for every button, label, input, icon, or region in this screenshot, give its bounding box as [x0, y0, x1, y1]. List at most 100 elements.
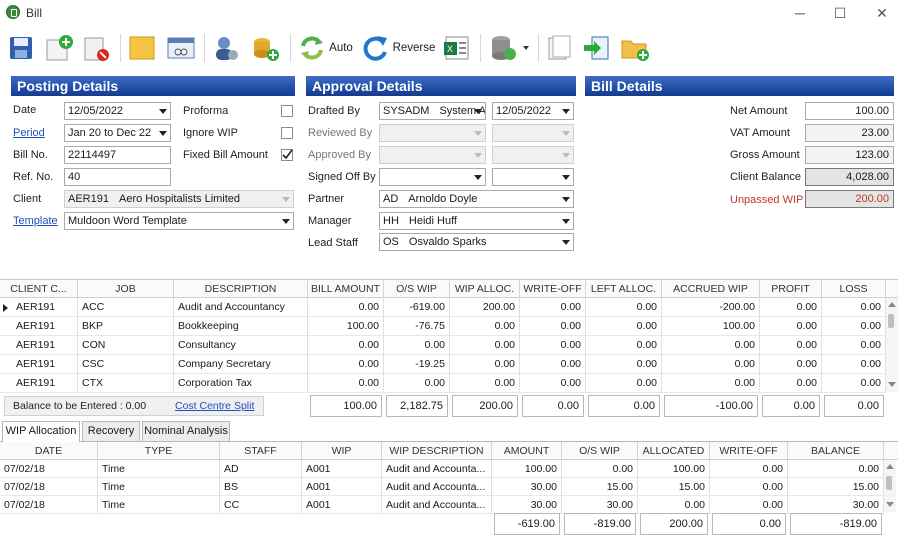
copy-button[interactable]	[544, 30, 574, 66]
date-field[interactable]: 12/05/2022	[64, 102, 171, 120]
reviewed-by-field[interactable]	[379, 124, 486, 142]
column-header-description[interactable]: DESCRIPTION	[174, 280, 308, 298]
column-header-wip-alloc[interactable]: WIP ALLOC.	[450, 280, 520, 298]
column-header-left-alloc[interactable]: LEFT ALLOC.	[586, 280, 662, 298]
import-button[interactable]	[580, 30, 612, 66]
minimize-button[interactable]: ─	[790, 4, 810, 22]
chevron-down-icon[interactable]	[523, 46, 529, 50]
period-link[interactable]: Period	[13, 127, 45, 139]
approved-date-field[interactable]	[492, 146, 574, 164]
table-row[interactable]: AER191 CON Consultancy 0.00 0.00 0.00 0.00 0.00…	[0, 336, 886, 355]
chevron-down-icon[interactable]	[562, 219, 570, 224]
jobs-scrollbar[interactable]	[886, 298, 898, 392]
save-button[interactable]	[6, 30, 36, 66]
scroll-down-icon[interactable]	[888, 382, 896, 387]
close-button[interactable]: ✕	[872, 4, 892, 22]
delete-button[interactable]	[80, 30, 114, 66]
reviewed-date-field[interactable]	[492, 124, 574, 142]
column-header-os-wip[interactable]: O/S WIP	[562, 442, 638, 460]
signed-off-by-field[interactable]	[379, 168, 486, 186]
tab-recovery[interactable]: Recovery	[82, 421, 140, 441]
table-row[interactable]: AER191 CSC Company Secretary 0.00 -19.25 0.00…	[0, 355, 886, 374]
table-row[interactable]: AER191 ACC Audit and Accountancy 0.00 -619.0…	[0, 298, 886, 317]
scroll-up-icon[interactable]	[888, 302, 896, 307]
vat-amount-field[interactable]: 23.00	[805, 124, 894, 142]
chevron-down-icon[interactable]	[562, 153, 570, 158]
column-header-wip-description[interactable]: WIP DESCRIPTION	[382, 442, 492, 460]
period-field[interactable]: Jan 20 to Dec 22	[64, 124, 171, 142]
cost-centre-split-link[interactable]: Cost Centre Split	[175, 400, 254, 412]
column-header-balance[interactable]: BALANCE	[788, 442, 884, 460]
column-header-date[interactable]: DATE	[0, 442, 98, 460]
table-row[interactable]: AER191 BKP Bookkeeping 100.00 -76.75 0.00 0.00…	[0, 317, 886, 336]
ignore-wip-checkbox[interactable]	[281, 127, 293, 139]
lead-staff-field[interactable]: OS Osvaldo Sparks	[379, 233, 574, 251]
link-button[interactable]	[164, 30, 198, 66]
add-folder-button[interactable]	[618, 30, 652, 66]
column-header-type[interactable]: TYPE	[98, 442, 220, 460]
notes-button[interactable]	[126, 30, 158, 66]
proforma-checkbox[interactable]	[281, 105, 293, 117]
gross-amount-field[interactable]: 123.00	[805, 146, 894, 164]
ref-no-field[interactable]: 40	[64, 168, 171, 186]
column-header-profit[interactable]: PROFIT	[760, 280, 822, 298]
scroll-down-icon[interactable]	[886, 502, 894, 507]
chevron-down-icon[interactable]	[562, 175, 570, 180]
column-header-bill-amount[interactable]: BILL AMOUNT	[308, 280, 384, 298]
chevron-down-icon[interactable]	[562, 131, 570, 136]
scroll-thumb[interactable]	[886, 476, 892, 490]
client-field[interactable]: AER191 Aero Hospitalists Limited	[64, 190, 294, 208]
chevron-down-icon[interactable]	[282, 219, 290, 224]
add-coins-button[interactable]	[248, 30, 282, 66]
signed-off-date-field[interactable]	[492, 168, 574, 186]
table-row[interactable]: AER191 CTX Corporation Tax 0.00 0.00 0.00 0.00…	[0, 374, 886, 393]
drafted-date-field[interactable]: 12/05/2022	[492, 102, 574, 120]
column-header-accrued-wip[interactable]: ACCRUED WIP	[662, 280, 760, 298]
net-amount-field[interactable]: 100.00	[805, 102, 894, 120]
fixed-bill-amount-checkbox[interactable]	[281, 149, 293, 161]
auto-button[interactable]: Auto	[296, 30, 356, 66]
chevron-down-icon[interactable]	[562, 240, 570, 245]
wip-scrollbar[interactable]	[884, 460, 896, 512]
column-header-job[interactable]: JOB	[78, 280, 174, 298]
new-button[interactable]	[42, 30, 76, 66]
column-header-wip[interactable]: WIP	[302, 442, 382, 460]
chevron-down-icon[interactable]	[159, 131, 167, 136]
reverse-button[interactable]: Reverse	[360, 30, 436, 66]
chevron-down-icon[interactable]	[562, 197, 570, 202]
database-refresh-button[interactable]	[486, 30, 532, 66]
column-header-loss[interactable]: LOSS	[822, 280, 886, 298]
tab-wip-allocation[interactable]: WIP Allocation	[2, 421, 80, 442]
window-title: Bill	[26, 6, 43, 20]
chevron-down-icon[interactable]	[474, 153, 482, 158]
client-button[interactable]	[210, 30, 242, 66]
chevron-down-icon[interactable]	[474, 175, 482, 180]
approved-by-field[interactable]	[379, 146, 486, 164]
column-header-staff[interactable]: STAFF	[220, 442, 302, 460]
chevron-down-icon[interactable]	[562, 109, 570, 114]
column-header-client-code[interactable]: CLIENT C...	[0, 280, 78, 298]
column-header-write-off[interactable]: WRITE-OFF	[520, 280, 586, 298]
table-row[interactable]: 07/02/18 Time CC A001 Audit and Accounta... 3…	[0, 496, 884, 514]
export-excel-button[interactable]: X	[440, 30, 474, 66]
scroll-thumb[interactable]	[888, 314, 894, 328]
chevron-down-icon[interactable]	[282, 197, 290, 202]
scroll-up-icon[interactable]	[886, 464, 894, 469]
chevron-down-icon[interactable]	[474, 109, 482, 114]
manager-field[interactable]: HH Heidi Huff	[379, 212, 574, 230]
partner-field[interactable]: AD Arnoldo Doyle	[379, 190, 574, 208]
bill-no-field[interactable]: 22114497	[64, 146, 171, 164]
chevron-down-icon[interactable]	[474, 131, 482, 136]
column-header-write-off[interactable]: WRITE-OFF	[710, 442, 788, 460]
chevron-down-icon[interactable]	[159, 109, 167, 114]
template-field[interactable]: Muldoon Word Template	[64, 212, 294, 230]
template-link[interactable]: Template	[13, 215, 58, 227]
column-header-allocated[interactable]: ALLOCATED	[638, 442, 710, 460]
table-row[interactable]: 07/02/18 Time AD A001 Audit and Accounta... 1…	[0, 460, 884, 478]
maximize-button[interactable]: ☐	[830, 4, 850, 22]
tab-nominal-analysis[interactable]: Nominal Analysis	[142, 421, 230, 441]
column-header-os-wip[interactable]: O/S WIP	[384, 280, 450, 298]
table-row[interactable]: 07/02/18 Time BS A001 Audit and Accounta... 3…	[0, 478, 884, 496]
column-header-amount[interactable]: AMOUNT	[492, 442, 562, 460]
drafted-by-field[interactable]: SYSADM System A	[379, 102, 486, 120]
